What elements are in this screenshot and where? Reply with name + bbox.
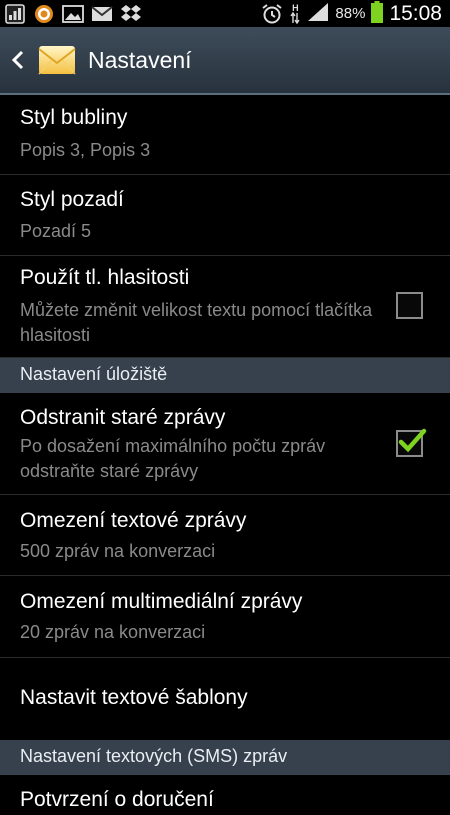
setting-volume-keys[interactable]: Použít tl. hlasitosti Můžete změnit veli…: [0, 257, 450, 358]
network-type-indicator: H: [289, 2, 301, 24]
setting-title: Použít tl. hlasitosti: [20, 266, 190, 289]
section-header-sms: Nastavení textových (SMS) zpráv: [0, 740, 450, 775]
image-icon: [62, 4, 84, 24]
setting-multimedia-message-limit[interactable]: Omezení multimediální zprávy 20 zpráv na…: [0, 576, 450, 658]
data-arrows-icon: [290, 11, 300, 24]
setting-text-message-limit[interactable]: Omezení textové zprávy 500 zpráv na konv…: [0, 495, 450, 576]
setting-summary: Pozadí 5: [20, 221, 92, 241]
setting-summary: 20 zpráv na konverzaci: [20, 622, 206, 642]
setting-delivery-report[interactable]: Potvrzení o doručení: [0, 775, 450, 815]
page-title: Nastavení: [88, 46, 192, 73]
battery-percent: 88%: [335, 5, 366, 22]
network-type-label: H: [292, 2, 299, 13]
action-bar: Nastavení: [0, 27, 450, 95]
alarm-icon: [261, 3, 283, 24]
battery-icon: [371, 0, 384, 27]
setting-title: Styl bubliny: [20, 106, 128, 129]
setting-title: Potvrzení o doručení: [20, 788, 214, 811]
clock: 15:08: [389, 1, 442, 25]
setting-title: Odstranit staré zprávy: [20, 406, 226, 429]
setting-summary: Popis 3, Popis 3: [20, 140, 151, 160]
setting-summary: 500 zpráv na konverzaci: [20, 541, 216, 561]
dropbox-icon: [120, 4, 142, 24]
setting-bubble-style[interactable]: Styl bubliny Popis 3, Popis 3: [0, 95, 450, 175]
setting-summary: Po dosažení maximálního počtu zpráv odst…: [20, 436, 326, 481]
checkmark-icon: [398, 428, 427, 453]
app-notification-icon: [4, 3, 26, 24]
setting-title: Nastavit textové šablony: [20, 686, 248, 709]
status-bar: H 88% 15:08: [0, 0, 450, 27]
back-button[interactable]: [0, 27, 36, 93]
setting-background-style[interactable]: Styl pozadí Pozadí 5: [0, 176, 450, 256]
section-header-label: Nastavení úložiště: [20, 364, 168, 384]
gmail-icon: [91, 4, 113, 24]
setting-text-templates[interactable]: Nastavit textové šablony: [0, 658, 450, 740]
delete-old-messages-checkbox[interactable]: [396, 428, 427, 457]
section-header-storage: Nastavení úložiště: [0, 358, 450, 393]
chevron-left-icon: [11, 50, 24, 70]
signal-icon: [307, 2, 329, 26]
setting-title: Styl pozadí: [20, 188, 124, 211]
setting-delete-old-messages[interactable]: Odstranit staré zprávy Po dosažení maxim…: [0, 393, 450, 495]
messages-app-icon[interactable]: [38, 41, 76, 79]
setting-title: Omezení multimediální zprávy: [20, 590, 303, 613]
setting-summary: Můžete změnit velikost textu pomocí tlač…: [20, 300, 373, 345]
browser-icon: [33, 4, 55, 24]
setting-title: Omezení textové zprávy: [20, 509, 247, 532]
volume-keys-checkbox[interactable]: [396, 292, 423, 319]
section-header-label: Nastavení textových (SMS) zpráv: [20, 746, 288, 766]
